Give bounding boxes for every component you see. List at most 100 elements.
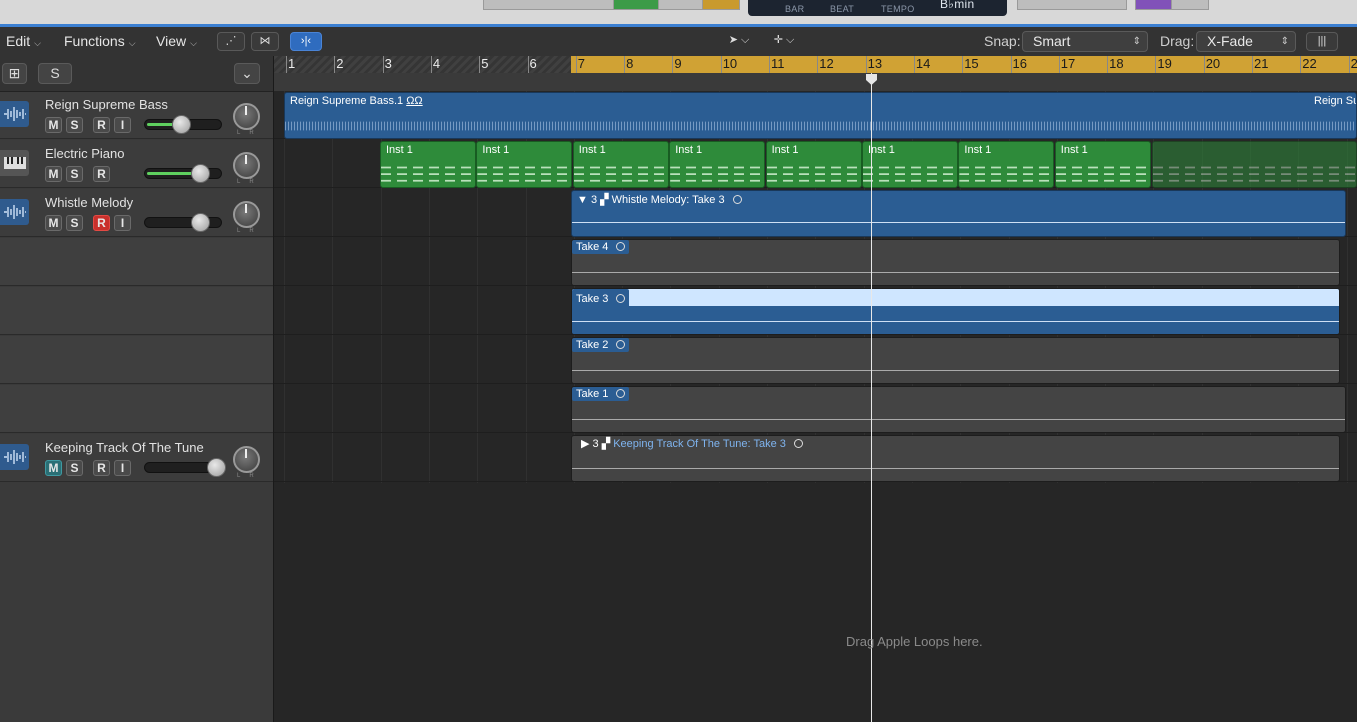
waveform-zoom-button[interactable]: ||| [1306,32,1338,51]
playhead[interactable] [871,73,872,722]
input-monitor-button[interactable]: I [114,117,131,133]
input-monitor-button[interactable]: I [114,460,131,476]
pan-knob[interactable] [233,103,260,130]
track-name[interactable]: Whistle Melody [45,195,133,210]
track-header[interactable]: Electric Piano M S R LR [0,140,273,188]
add-track-button[interactable]: ⊞ [2,63,27,84]
volume-fader[interactable] [144,458,226,477]
take-folder-header: ▶ 3 ▞ Keeping Track Of The Tune: Take 3 [577,436,807,451]
solo-button[interactable]: S [66,166,83,182]
audio-region[interactable]: Reign Supreme Bass.1 ΩΩ Reign Su [284,92,1357,139]
midi-region[interactable]: Inst 1 [669,141,766,188]
library-button[interactable] [1135,0,1173,10]
cycle-button[interactable] [702,0,740,10]
edit-menu[interactable]: Edit ⌵ [0,32,41,51]
bar-number: 12 [817,56,834,73]
record-enable-button[interactable]: R [93,166,110,182]
circle-icon [616,340,626,349]
track-header[interactable]: Reign Supreme Bass M S R I LR [0,91,273,139]
track-name[interactable]: Reign Supreme Bass [45,97,168,112]
take-folder[interactable]: ▼ 3 ▞ Whistle Melody: Take 3 [571,190,1346,237]
loop-icon: ΩΩ [406,95,423,107]
take-lane-header [0,385,273,433]
play-button[interactable] [613,0,660,10]
solo-button[interactable]: S [66,117,83,133]
midi-region[interactable]: Inst 1 [572,141,669,188]
functions-menu[interactable]: Functions ⌵ [58,32,136,51]
take-lane[interactable]: Take 1 [571,386,1346,433]
track-name[interactable]: Electric Piano [45,146,124,161]
editor-button[interactable] [1171,0,1209,10]
global-tracks-button[interactable]: ⌄ [234,63,260,84]
circle-icon [732,195,742,204]
updown-icon: ⇕ [1280,36,1289,47]
record-button[interactable] [658,0,704,10]
bar-number: 15 [962,56,979,73]
take-folder-collapsed[interactable]: ▶ 3 ▞ Keeping Track Of The Tune: Take 3 [571,435,1340,482]
bar-number: 2 [334,56,344,73]
circle-icon [616,242,626,251]
take-folder-header: ▼ 3 ▞ Whistle Melody: Take 3 [577,193,742,206]
flex-button[interactable]: ⋈ [251,32,279,51]
pan-knob[interactable] [233,446,260,473]
global-tracks-row: ⊞ S ⌄ [0,56,273,92]
ruler[interactable]: 1234567891011121314151617181920212223 [274,56,1357,92]
record-enable-button[interactable]: R [93,117,110,133]
lcd-beat-label: BEAT [830,4,855,14]
midi-region[interactable]: Inst 1 [765,141,862,188]
flex-icon: ⋈ [259,35,271,47]
automation-button[interactable]: ⋰ [217,32,245,51]
global-solo-button[interactable]: S [38,63,72,84]
take-lane[interactable]: Take 4 [571,239,1340,286]
mute-button[interactable]: M [45,215,62,231]
control-bar-buttons[interactable] [483,0,615,10]
fader-knob[interactable] [172,115,191,134]
catch-button[interactable]: ›|‹ [290,32,322,51]
track-name[interactable]: Keeping Track Of The Tune [45,440,204,455]
midi-region-loop[interactable] [1152,141,1357,188]
midi-region[interactable]: Inst 1 [958,141,1055,188]
input-monitor-button[interactable]: I [114,215,131,231]
pointer-tool-menu[interactable]: ➤ ⌵ [719,32,759,51]
volume-fader[interactable] [144,115,222,134]
fader-knob[interactable] [191,164,210,183]
track-header[interactable]: Whistle Melody M S R I LR [0,189,273,237]
midi-region[interactable]: Inst 1 [1054,141,1151,188]
record-enable-button[interactable]: R [93,215,110,231]
record-enable-button[interactable]: R [93,460,110,476]
mute-button[interactable]: M [45,166,62,182]
take-lane-header [0,287,273,335]
view-menu[interactable]: View ⌵ [150,32,197,51]
pan-knob[interactable] [233,152,260,179]
mute-button[interactable]: M [45,117,62,133]
bar-number: 23 [1348,56,1357,73]
playhead-handle[interactable] [865,73,878,86]
region-name: Inst 1 [386,144,413,156]
snap-select[interactable]: Smart ⇕ [1022,31,1148,52]
region-name: Inst 1 [771,144,799,156]
region-name: Inst 1 [578,144,606,156]
solo-button[interactable]: S [66,460,83,476]
marquee-tool-menu[interactable]: ✛ ⌵ [763,32,805,51]
arrange-area[interactable]: Reign Supreme Bass.1 ΩΩ Reign Su Inst 1 I… [274,91,1357,722]
take-lane-header [0,336,273,384]
control-bar-right-buttons[interactable] [1017,0,1127,10]
volume-fader[interactable] [144,164,222,183]
mute-button[interactable]: M [45,460,62,476]
take-count: 3 [592,438,599,450]
bar-number: 22 [1300,56,1317,73]
midi-region[interactable]: Inst 1 [862,141,958,188]
snap-value: Smart [1033,33,1071,49]
drag-select[interactable]: X-Fade ⇕ [1196,31,1296,52]
solo-button[interactable]: S [66,215,83,231]
fader-knob[interactable] [191,213,210,232]
track-header[interactable]: Keeping Track Of The Tune M S R I LR [0,434,273,482]
volume-fader[interactable] [144,213,222,232]
midi-region[interactable]: Inst 1 [476,141,573,188]
take-lane-selected[interactable]: Take 3 [571,288,1340,335]
pan-knob[interactable] [233,201,260,228]
midi-region[interactable]: Inst 1 [380,141,476,188]
fader-knob[interactable] [207,458,226,477]
lcd-display[interactable]: BAR BEAT TEMPO B♭min [748,0,1007,16]
take-lane[interactable]: Take 2 [571,337,1340,384]
